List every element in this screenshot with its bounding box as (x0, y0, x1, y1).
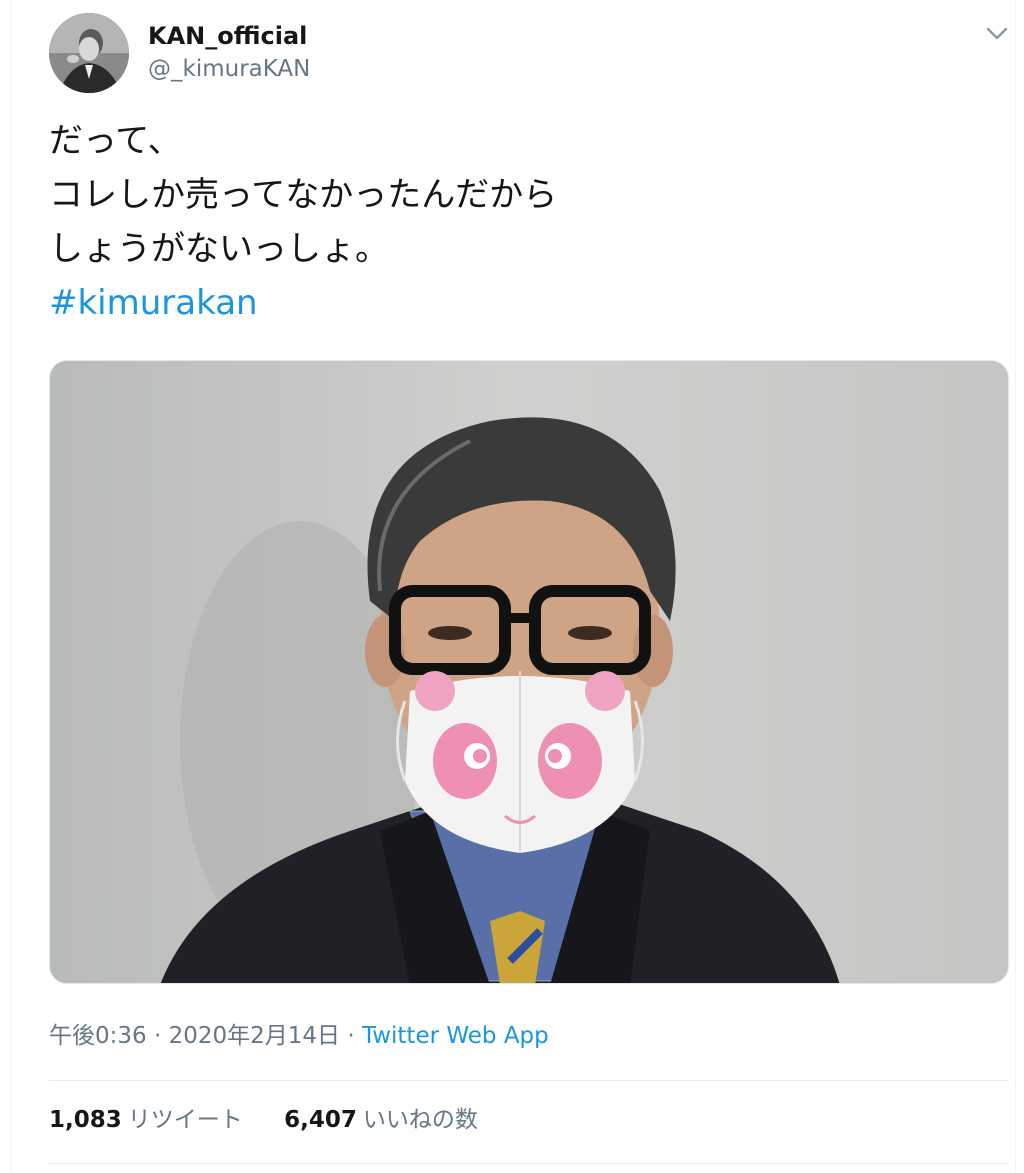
avatar-photo (49, 13, 129, 93)
display-name[interactable]: KAN_official (148, 20, 307, 52)
chevron-down-icon (986, 27, 1008, 40)
tweet-text-line: しょうがないっしょ。 (49, 229, 389, 269)
likes-label: いいねの数 (362, 1107, 478, 1133)
meta-separator: · (146, 1023, 169, 1049)
tweet-card: KAN_official @_kimuraKAN だって、 コレしか売ってなかっ… (10, 0, 1016, 1173)
retweets-count: 1,083 (49, 1107, 122, 1133)
more-options-button[interactable] (977, 16, 1017, 52)
tweet-time[interactable]: 午後0:36 (49, 1023, 147, 1049)
photo-image (50, 361, 1008, 983)
likes-stat[interactable]: 6,407 いいねの数 (284, 1102, 478, 1138)
retweets-stat[interactable]: 1,083 リツイート (49, 1102, 243, 1138)
tweet-date[interactable]: 2020年2月14日 (169, 1023, 340, 1049)
source-app-link[interactable]: Twitter Web App (362, 1023, 549, 1049)
tweet-stats: 1,083 リツイート 6,407 いいねの数 (49, 1102, 512, 1138)
hashtag-link[interactable]: #kimurakan (49, 276, 989, 330)
retweets-label: リツイート (127, 1107, 243, 1133)
likes-count: 6,407 (284, 1107, 357, 1133)
tweet-photo[interactable] (49, 360, 1009, 984)
tweet-text-line: だって、 (49, 121, 182, 161)
tweet-meta: 午後0:36 · 2020年2月14日 · Twitter Web App (49, 1018, 549, 1054)
user-handle[interactable]: @_kimuraKAN (148, 54, 310, 84)
meta-separator: · (340, 1023, 362, 1049)
avatar[interactable] (49, 13, 129, 93)
tweet-text: だって、 コレしか売ってなかったんだから しょうがないっしょ。 #kimurak… (49, 114, 989, 330)
divider (49, 1163, 1009, 1164)
tweet-text-line: コレしか売ってなかったんだから (49, 175, 558, 215)
divider (49, 1080, 1009, 1081)
